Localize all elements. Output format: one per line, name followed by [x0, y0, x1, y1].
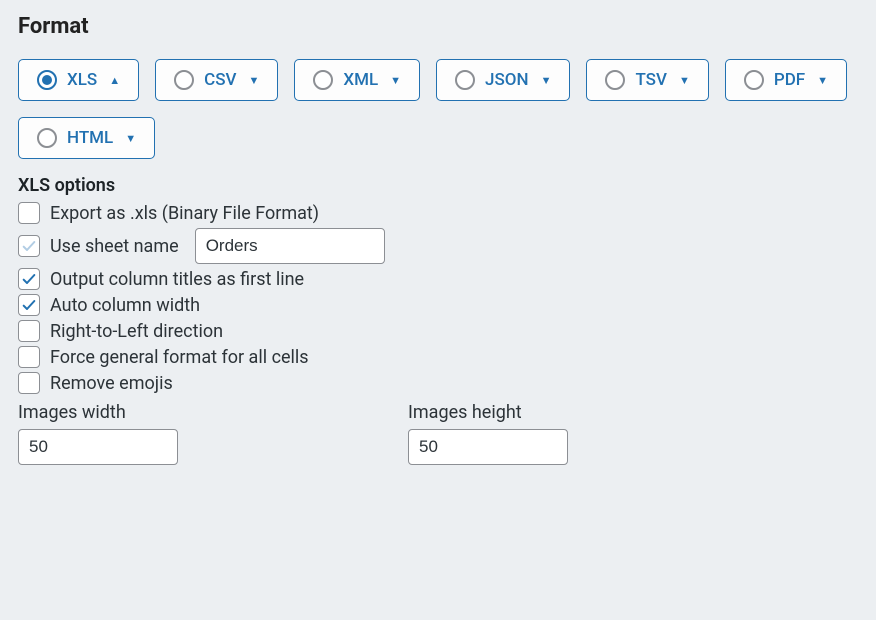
checkbox-auto-width[interactable] [18, 294, 40, 316]
label-images-height: Images height [408, 402, 568, 423]
label-output-titles: Output column titles as first line [50, 269, 304, 290]
format-option-tsv[interactable]: TSV ▼ [586, 59, 708, 101]
caret-up-icon: ▲ [109, 74, 120, 87]
radio-icon [455, 70, 475, 90]
caret-down-icon: ▼ [817, 74, 828, 87]
format-label: HTML [67, 128, 113, 148]
radio-icon [744, 70, 764, 90]
images-height-input[interactable] [408, 429, 568, 465]
label-force-general: Force general format for all cells [50, 347, 309, 368]
checkbox-export-binary[interactable] [18, 202, 40, 224]
format-label: XML [343, 70, 378, 90]
checkbox-output-titles[interactable] [18, 268, 40, 290]
radio-icon [313, 70, 333, 90]
format-option-html[interactable]: HTML ▼ [18, 117, 155, 159]
format-label: PDF [774, 70, 805, 90]
format-option-pdf[interactable]: PDF ▼ [725, 59, 847, 101]
checkbox-rtl[interactable] [18, 320, 40, 342]
checkbox-force-general[interactable] [18, 346, 40, 368]
radio-icon [174, 70, 194, 90]
label-images-width: Images width [18, 402, 178, 423]
format-label: XLS [67, 70, 97, 90]
caret-down-icon: ▼ [679, 74, 690, 87]
format-label: JSON [485, 70, 529, 90]
format-option-json[interactable]: JSON ▼ [436, 59, 570, 101]
format-option-xml[interactable]: XML ▼ [294, 59, 420, 101]
images-width-input[interactable] [18, 429, 178, 465]
radio-icon [37, 70, 57, 90]
label-auto-width: Auto column width [50, 295, 200, 316]
format-option-xls[interactable]: XLS ▲ [18, 59, 139, 101]
checkbox-use-sheet-name[interactable] [18, 235, 40, 257]
caret-down-icon: ▼ [248, 74, 259, 87]
caret-down-icon: ▼ [541, 74, 552, 87]
label-remove-emojis: Remove emojis [50, 373, 173, 394]
radio-icon [37, 128, 57, 148]
caret-down-icon: ▼ [390, 74, 401, 87]
caret-down-icon: ▼ [125, 132, 136, 145]
format-label: CSV [204, 70, 236, 90]
label-use-sheet-name: Use sheet name [50, 236, 179, 257]
xls-options-title: XLS options [18, 175, 858, 196]
sheet-name-input[interactable] [195, 228, 385, 264]
label-export-binary: Export as .xls (Binary File Format) [50, 203, 319, 224]
checkbox-remove-emojis[interactable] [18, 372, 40, 394]
format-option-csv[interactable]: CSV ▼ [155, 59, 278, 101]
format-label: TSV [635, 70, 667, 90]
format-row: XLS ▲ CSV ▼ XML ▼ JSON ▼ TSV ▼ [18, 59, 858, 159]
section-title-format: Format [18, 14, 858, 39]
radio-icon [605, 70, 625, 90]
label-rtl: Right-to-Left direction [50, 321, 223, 342]
